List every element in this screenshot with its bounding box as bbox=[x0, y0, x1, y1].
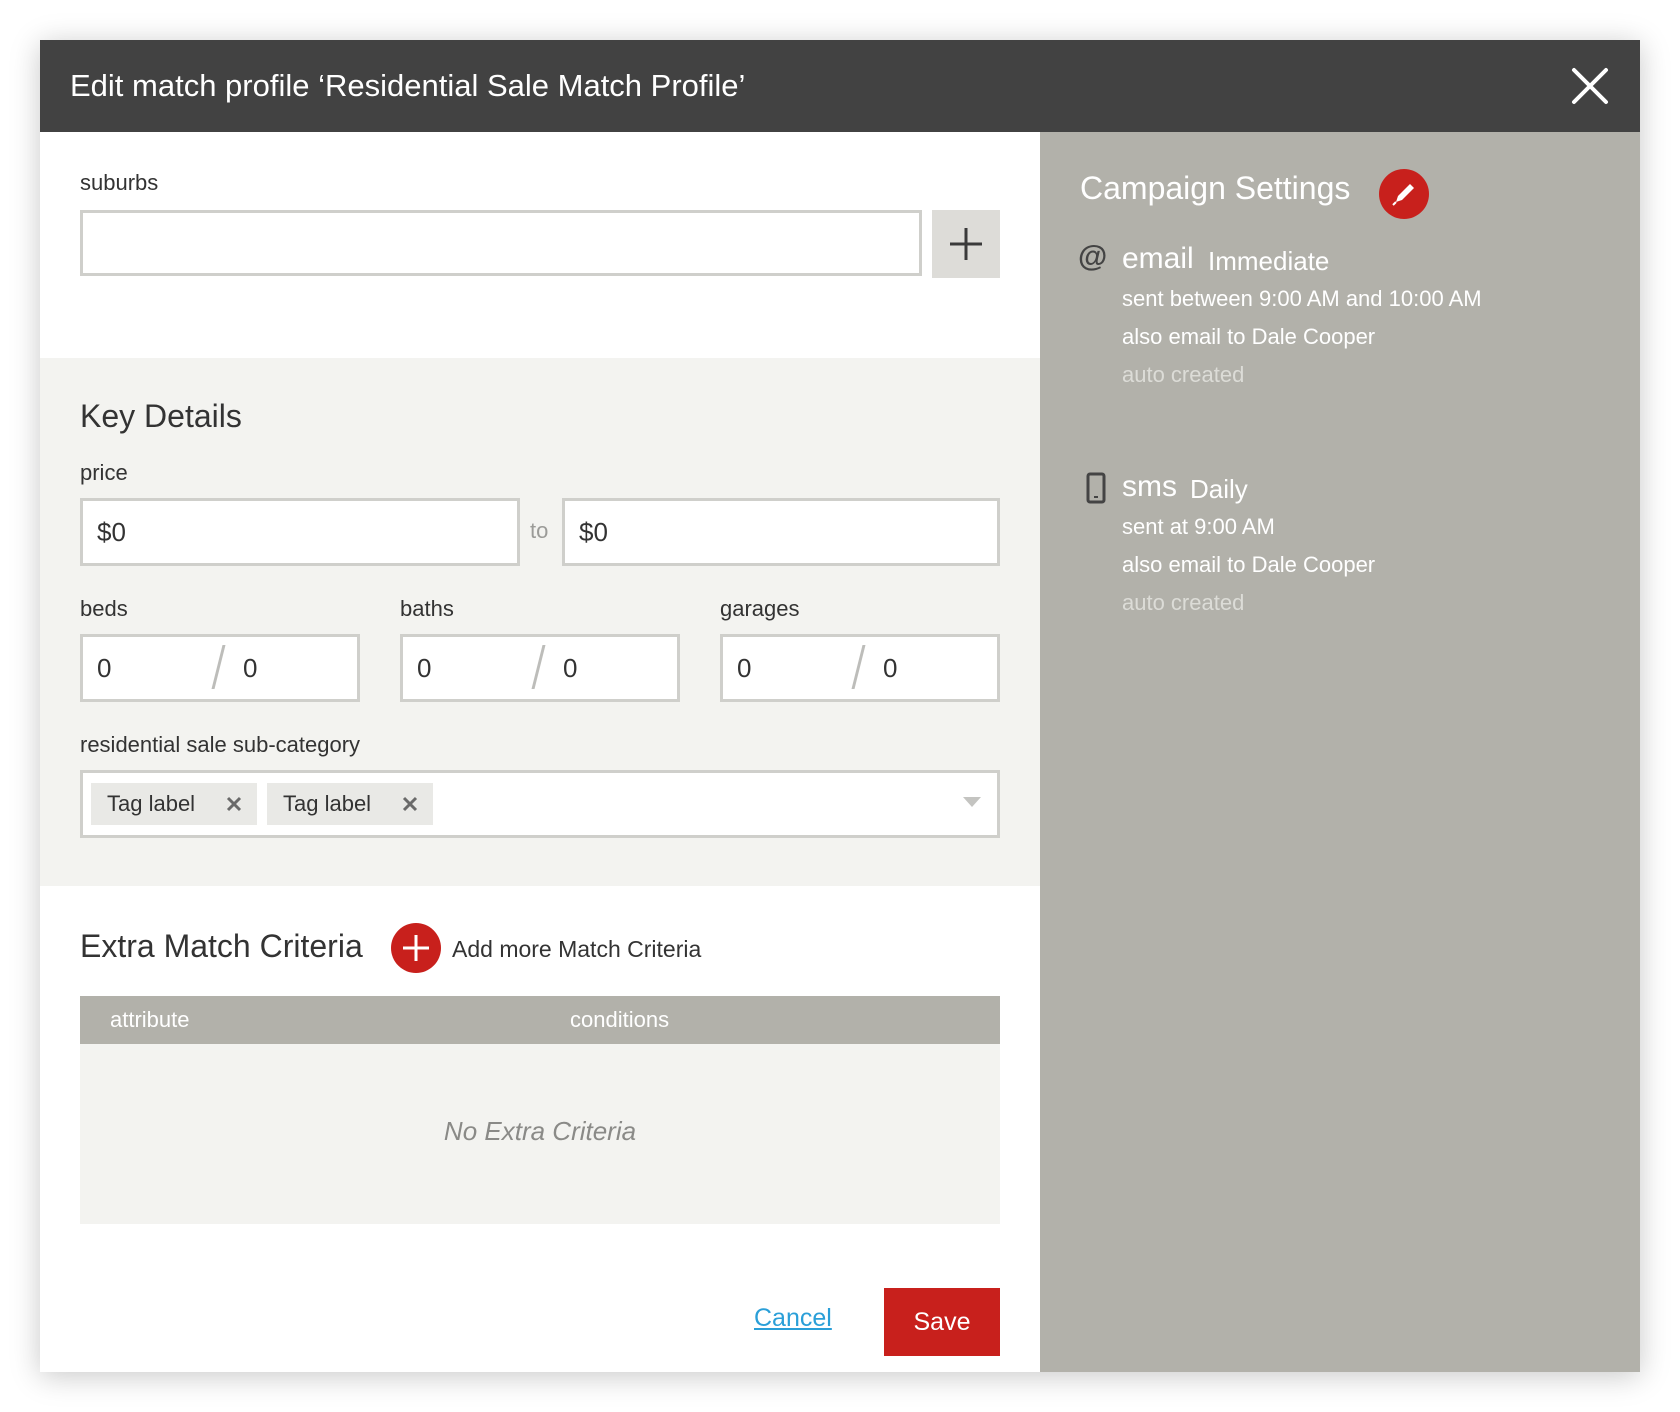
edit-match-profile-dialog: Edit match profile ‘Residential Sale Mat… bbox=[40, 40, 1640, 1372]
range-divider bbox=[211, 645, 226, 689]
suburbs-label: suburbs bbox=[80, 170, 159, 195]
suburbs-input[interactable] bbox=[80, 210, 922, 276]
price-min-input[interactable]: $0 bbox=[80, 498, 520, 566]
column-header-conditions: conditions bbox=[570, 1007, 670, 1032]
baths-min-value: 0 bbox=[417, 653, 432, 683]
save-button[interactable]: Save bbox=[884, 1288, 1000, 1356]
key-details-section: Key Details price $0 to $0 beds 0 0 bath… bbox=[40, 358, 1040, 886]
baths-label: baths bbox=[400, 596, 454, 621]
email-channel-name: email bbox=[1122, 242, 1194, 275]
key-details-title: Key Details bbox=[80, 398, 242, 434]
price-max-input[interactable]: $0 bbox=[562, 498, 1000, 566]
sms-schedule: sent at 9:00 AM bbox=[1122, 514, 1275, 539]
beds-min-value: 0 bbox=[97, 653, 112, 683]
baths-range-input[interactable]: 0 0 bbox=[400, 634, 680, 702]
tag-label: Tag label bbox=[283, 791, 372, 816]
tag-chip: Tag label bbox=[267, 783, 433, 825]
sms-frequency: Daily bbox=[1190, 474, 1248, 504]
range-divider bbox=[851, 645, 866, 689]
add-suburb-button[interactable] bbox=[932, 210, 1000, 278]
criteria-table-body: No Extra Criteria bbox=[80, 1044, 1000, 1224]
dialog-title: Edit match profile ‘Residential Sale Mat… bbox=[70, 68, 746, 103]
at-icon: @ bbox=[1078, 240, 1108, 273]
close-button[interactable] bbox=[1570, 66, 1610, 106]
edit-campaign-icon[interactable] bbox=[1378, 168, 1430, 220]
mobile-phone-icon bbox=[1086, 472, 1106, 504]
campaign-settings-title: Campaign Settings bbox=[1080, 170, 1351, 206]
add-criteria-icon[interactable] bbox=[390, 922, 442, 974]
tag-label: Tag label bbox=[107, 791, 196, 816]
sms-auto-created: auto created bbox=[1122, 590, 1245, 615]
beds-max-value: 0 bbox=[243, 653, 258, 683]
sms-channel-name: sms bbox=[1122, 470, 1177, 503]
chevron-down-icon[interactable] bbox=[963, 797, 981, 809]
remove-tag-icon[interactable] bbox=[401, 795, 419, 813]
extra-criteria-title: Extra Match Criteria bbox=[80, 928, 363, 964]
email-also-recipient: also email to Dale Cooper bbox=[1122, 324, 1376, 349]
email-schedule: sent between 9:00 AM and 10:00 AM bbox=[1122, 286, 1482, 311]
add-criteria-link[interactable]: Add more Match Criteria bbox=[452, 936, 701, 963]
garages-range-input[interactable]: 0 0 bbox=[720, 634, 1000, 702]
campaign-settings-panel: Campaign Settings @ email Immediate sent… bbox=[1040, 132, 1640, 1372]
tag-chip: Tag label bbox=[91, 783, 257, 825]
dialog-header: Edit match profile ‘Residential Sale Mat… bbox=[40, 40, 1640, 132]
garages-max-value: 0 bbox=[883, 653, 898, 683]
baths-max-value: 0 bbox=[563, 653, 578, 683]
garages-min-value: 0 bbox=[737, 653, 752, 683]
garages-label: garages bbox=[720, 596, 800, 621]
price-label: price bbox=[80, 460, 128, 485]
price-range-separator: to bbox=[530, 518, 549, 543]
range-divider bbox=[531, 645, 546, 689]
price-max-value: $0 bbox=[579, 517, 608, 547]
cancel-button[interactable]: Cancel bbox=[754, 1304, 832, 1333]
close-icon bbox=[1572, 68, 1608, 104]
criteria-table-header: attribute conditions bbox=[80, 996, 1000, 1044]
beds-range-input[interactable]: 0 0 bbox=[80, 634, 360, 702]
match-profile-form: suburbs Key Details price $0 to $0 beds … bbox=[40, 132, 1040, 1372]
beds-label: beds bbox=[80, 596, 128, 621]
column-header-attribute: attribute bbox=[110, 1007, 190, 1032]
email-frequency: Immediate bbox=[1208, 246, 1330, 276]
sms-also-recipient: also email to Dale Cooper bbox=[1122, 552, 1376, 577]
email-auto-created: auto created bbox=[1122, 362, 1245, 387]
subcategory-label: residential sale sub-category bbox=[80, 732, 361, 757]
remove-tag-icon[interactable] bbox=[225, 795, 243, 813]
subcategory-select[interactable]: Tag label Tag label bbox=[80, 770, 1000, 838]
empty-state-message: No Extra Criteria bbox=[443, 1116, 637, 1146]
price-min-value: $0 bbox=[97, 517, 126, 547]
plus-icon bbox=[950, 228, 982, 260]
